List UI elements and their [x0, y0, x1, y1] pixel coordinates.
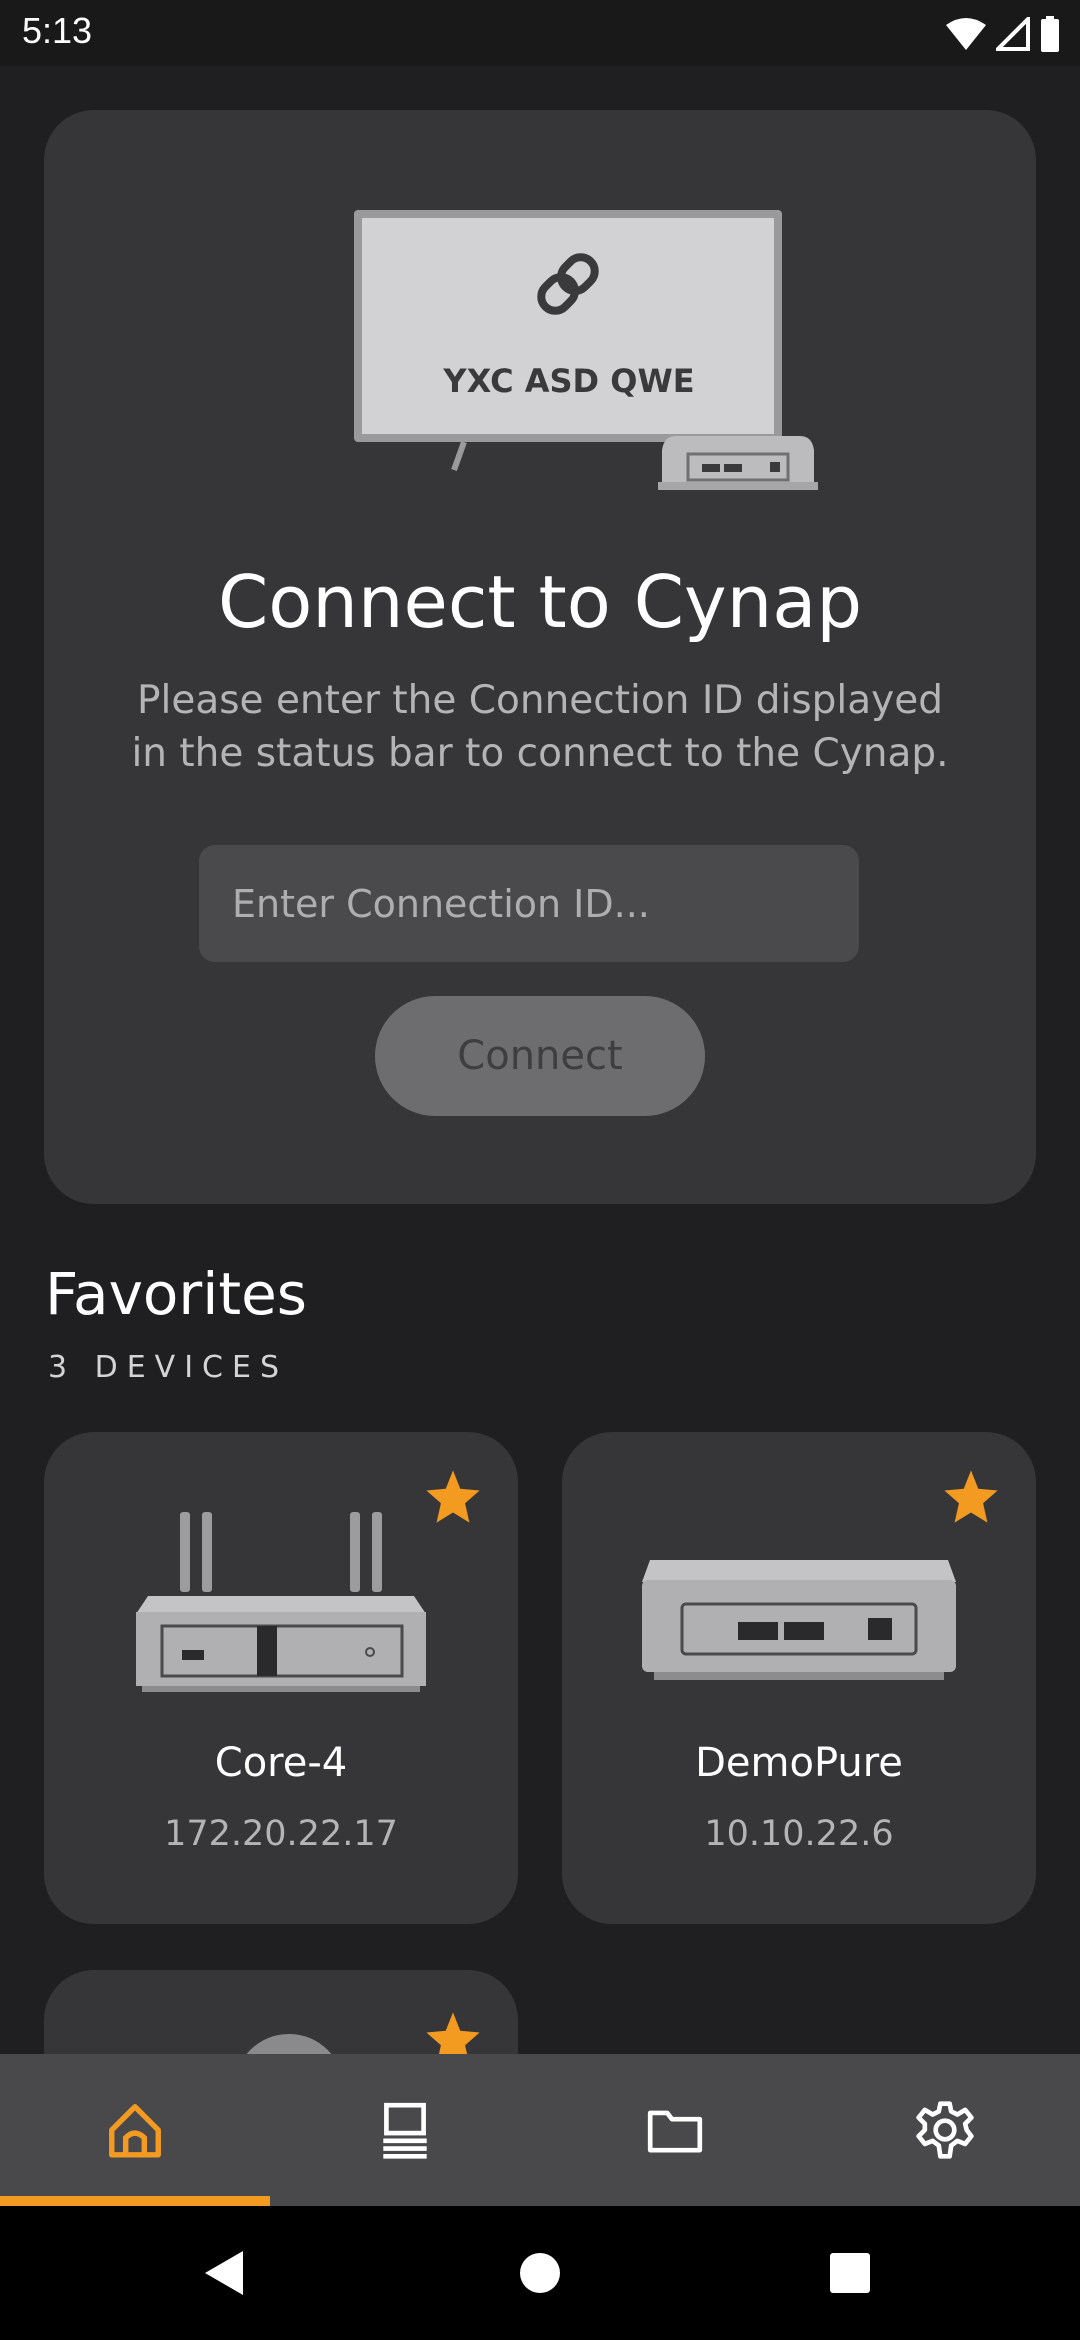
connect-title: Connect to Cynap: [217, 560, 863, 644]
cell-signal-icon: [996, 17, 1030, 51]
nav-home[interactable]: [0, 2054, 270, 2206]
status-bar: 5:13: [0, 0, 1080, 66]
favorites-count: 3 DEVICES: [48, 1350, 288, 1385]
connect-button[interactable]: Connect: [375, 996, 705, 1116]
device-card-demopure[interactable]: DemoPure 10.10.22.6: [562, 1432, 1036, 1924]
status-icons: [946, 14, 1060, 54]
nav-active-indicator: [0, 2196, 270, 2206]
device-name: DemoPure: [695, 1740, 903, 1786]
recents-square-icon: [830, 2253, 870, 2293]
wifi-icon: [946, 18, 986, 50]
device-ip: 172.20.22.17: [164, 1814, 398, 1854]
battery-icon: [1041, 16, 1059, 52]
system-home-button[interactable]: [480, 2206, 600, 2340]
cynap-core-router-icon: [136, 1512, 426, 1692]
device-name: Core-4: [214, 1740, 348, 1786]
favorites-title: Favorites: [45, 1260, 307, 1328]
connect-description: Please enter the Connection ID displayed…: [131, 678, 949, 776]
connect-card: YXC ASD QWE Connect to Cynap Please ente…: [44, 110, 1036, 1204]
cynap-pure-box-icon: [642, 1560, 956, 1680]
nav-settings[interactable]: [810, 2054, 1080, 2206]
home-circle-icon: [520, 2253, 560, 2293]
system-recents-button[interactable]: [790, 2206, 910, 2340]
device-ip: 10.10.22.6: [704, 1814, 894, 1854]
bottom-navigation: [0, 2054, 1080, 2206]
hero-connection-code: YXC ASD QWE: [442, 362, 694, 400]
status-time: 5:13: [22, 10, 93, 51]
nav-files[interactable]: [540, 2054, 810, 2206]
folder-icon: [647, 2110, 703, 2153]
home-icon: [109, 2104, 161, 2158]
system-back-button[interactable]: [165, 2206, 285, 2340]
system-navigation-bar: [0, 2206, 1080, 2340]
gear-icon: [916, 2101, 974, 2159]
connection-id-input[interactable]: [199, 845, 859, 962]
connect-hero-illustration: YXC ASD QWE: [354, 210, 818, 490]
device-card-core-4[interactable]: Core-4 172.20.22.17: [44, 1432, 518, 1924]
back-triangle-icon: [205, 2251, 243, 2295]
device-list-icon: [383, 2102, 427, 2159]
nav-devices[interactable]: [270, 2054, 540, 2206]
